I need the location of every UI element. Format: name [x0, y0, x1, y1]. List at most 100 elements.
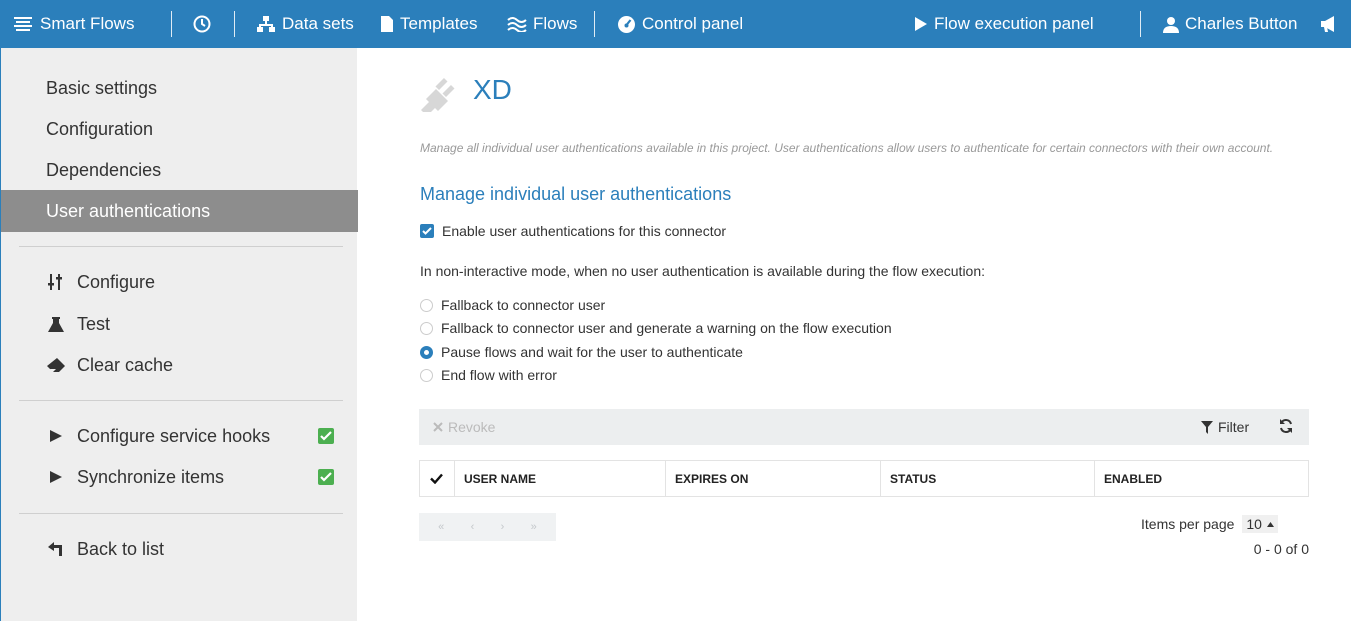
sidebar: Basic settings Configuration Dependencie… — [0, 48, 358, 621]
dashboard-icon — [618, 15, 635, 33]
nav-templates-label: Templates — [400, 14, 478, 33]
clock-icon — [193, 15, 211, 33]
sidebar-item-label: User authentications — [46, 200, 211, 221]
enable-user-auth-checkbox[interactable]: Enable user authentications for this con… — [420, 223, 726, 239]
items-per-page: Items per page 10 — [1141, 515, 1278, 533]
column-header-expires-on[interactable]: EXPIRES ON — [666, 461, 881, 496]
filter-label: Filter — [1218, 419, 1250, 435]
chevron-up-icon — [1266, 521, 1274, 527]
brand-link[interactable]: Smart Flows — [12, 0, 134, 48]
page-title: XD — [473, 74, 512, 105]
user-menu[interactable]: Charles Button — [1163, 0, 1297, 48]
column-header-status[interactable]: STATUS — [881, 461, 1095, 496]
radio-button[interactable] — [420, 298, 433, 312]
announcements-button[interactable] — [1320, 0, 1340, 48]
previous-page-button[interactable]: ‹ — [471, 521, 475, 533]
radio-button[interactable] — [420, 368, 433, 382]
checkbox-checked-icon[interactable] — [420, 224, 434, 238]
sidebar-item-user-authentications[interactable]: User authentications — [1, 190, 358, 232]
back-arrow-icon — [46, 541, 66, 557]
sidebar-item-configure[interactable]: Configure — [1, 261, 358, 303]
sidebar-item-dependencies[interactable]: Dependencies — [1, 149, 358, 191]
divider — [1140, 11, 1141, 37]
radio-label: End flow with error — [441, 367, 557, 383]
sidebar-item-configure-service-hooks[interactable]: Configure service hooks — [1, 415, 358, 457]
radio-label: Fallback to connector user — [441, 297, 606, 313]
close-icon — [433, 422, 443, 432]
check-icon — [430, 473, 443, 484]
nav-templates[interactable]: Templates — [380, 0, 477, 48]
user-name: Charles Button — [1185, 14, 1298, 33]
waves-icon — [507, 17, 527, 32]
nav-control-panel-label: Control panel — [642, 14, 744, 33]
radio-button[interactable] — [420, 321, 433, 335]
refresh-icon — [1280, 419, 1292, 433]
check-icon — [318, 469, 334, 485]
flask-icon — [46, 316, 66, 333]
sidebar-item-test[interactable]: Test — [1, 303, 358, 345]
sidebar-item-label: Dependencies — [46, 159, 162, 180]
items-per-page-value: 10 — [1246, 516, 1262, 532]
history-button[interactable] — [193, 0, 211, 48]
checkbox-label: Enable user authentications for this con… — [442, 223, 727, 239]
mode-description: In non-interactive mode, when no user au… — [420, 263, 986, 279]
first-page-button[interactable]: « — [438, 521, 444, 533]
brand-name: Smart Flows — [40, 14, 135, 33]
sidebar-item-synchronize-items[interactable]: Synchronize items — [1, 456, 358, 498]
refresh-button[interactable] — [1279, 418, 1293, 439]
grid-toolbar: Revoke Filter — [419, 409, 1309, 445]
items-per-page-select[interactable]: 10 — [1242, 515, 1278, 533]
filter-button[interactable]: Filter — [1201, 419, 1249, 435]
section-heading: Manage individual user authentications — [420, 184, 732, 204]
nav-flow-execution-panel[interactable]: Flow execution panel — [914, 0, 1094, 48]
column-header-enabled[interactable]: ENABLED — [1095, 461, 1308, 496]
radio-end-flow-with-error[interactable]: End flow with error — [420, 367, 557, 383]
items-per-page-label: Items per page — [1141, 516, 1235, 532]
sidebar-item-clear-cache[interactable]: Clear cache — [1, 344, 358, 386]
user-icon — [1163, 16, 1179, 33]
filter-icon — [1201, 420, 1213, 434]
divider — [171, 11, 172, 37]
nav-flow-execution-panel-label: Flow execution panel — [934, 14, 1094, 33]
radio-button-selected[interactable] — [420, 345, 433, 359]
select-all-column[interactable] — [420, 461, 455, 496]
radio-fallback-connector-user[interactable]: Fallback to connector user — [420, 297, 605, 313]
page-description: Manage all individual user authenticatio… — [420, 141, 1274, 155]
sidebar-item-label: Back to list — [77, 538, 165, 559]
caret-right-icon — [46, 429, 66, 443]
plug-icon — [413, 74, 457, 117]
table-header: USER NAME EXPIRES ON STATUS ENABLED — [419, 460, 1309, 497]
revoke-label: Revoke — [448, 419, 496, 435]
sidebar-item-label: Basic settings — [46, 77, 158, 98]
sidebar-divider — [19, 246, 343, 247]
sidebar-item-back-to-list[interactable]: Back to list — [1, 528, 358, 570]
column-header-user-name[interactable]: USER NAME — [455, 461, 666, 496]
nav-control-panel[interactable]: Control panel — [617, 0, 743, 48]
megaphone-icon — [1321, 16, 1334, 32]
sidebar-item-label: Synchronize items — [77, 466, 225, 487]
pagination: « ‹ › » — [419, 513, 556, 541]
sidebar-item-label: Clear cache — [77, 354, 174, 375]
sitemap-icon — [257, 16, 275, 32]
sidebar-item-label: Configure — [77, 271, 156, 292]
last-page-button[interactable]: » — [531, 521, 537, 533]
brand-icon — [14, 17, 32, 31]
divider — [234, 11, 235, 37]
nav-flows-label: Flows — [533, 14, 578, 33]
nav-flows[interactable]: Flows — [507, 0, 577, 48]
divider — [594, 11, 595, 37]
next-page-button[interactable]: › — [501, 521, 505, 533]
sidebar-item-basic-settings[interactable]: Basic settings — [1, 67, 358, 109]
revoke-button[interactable]: Revoke — [433, 419, 495, 435]
sidebar-divider — [19, 400, 343, 401]
nav-datasets[interactable]: Data sets — [256, 0, 354, 48]
radio-label: Pause flows and wait for the user to aut… — [441, 344, 743, 360]
sidebar-item-configuration[interactable]: Configuration — [1, 108, 358, 150]
radio-pause-flows[interactable]: Pause flows and wait for the user to aut… — [420, 344, 743, 360]
file-icon — [381, 16, 393, 32]
radio-label: Fallback to connector user and generate … — [441, 320, 892, 336]
sidebar-item-label: Test — [77, 313, 111, 334]
sidebar-item-label: Configuration — [46, 118, 154, 139]
page-range-text: 0 - 0 of 0 — [1253, 541, 1309, 557]
radio-fallback-with-warning[interactable]: Fallback to connector user and generate … — [420, 320, 892, 336]
